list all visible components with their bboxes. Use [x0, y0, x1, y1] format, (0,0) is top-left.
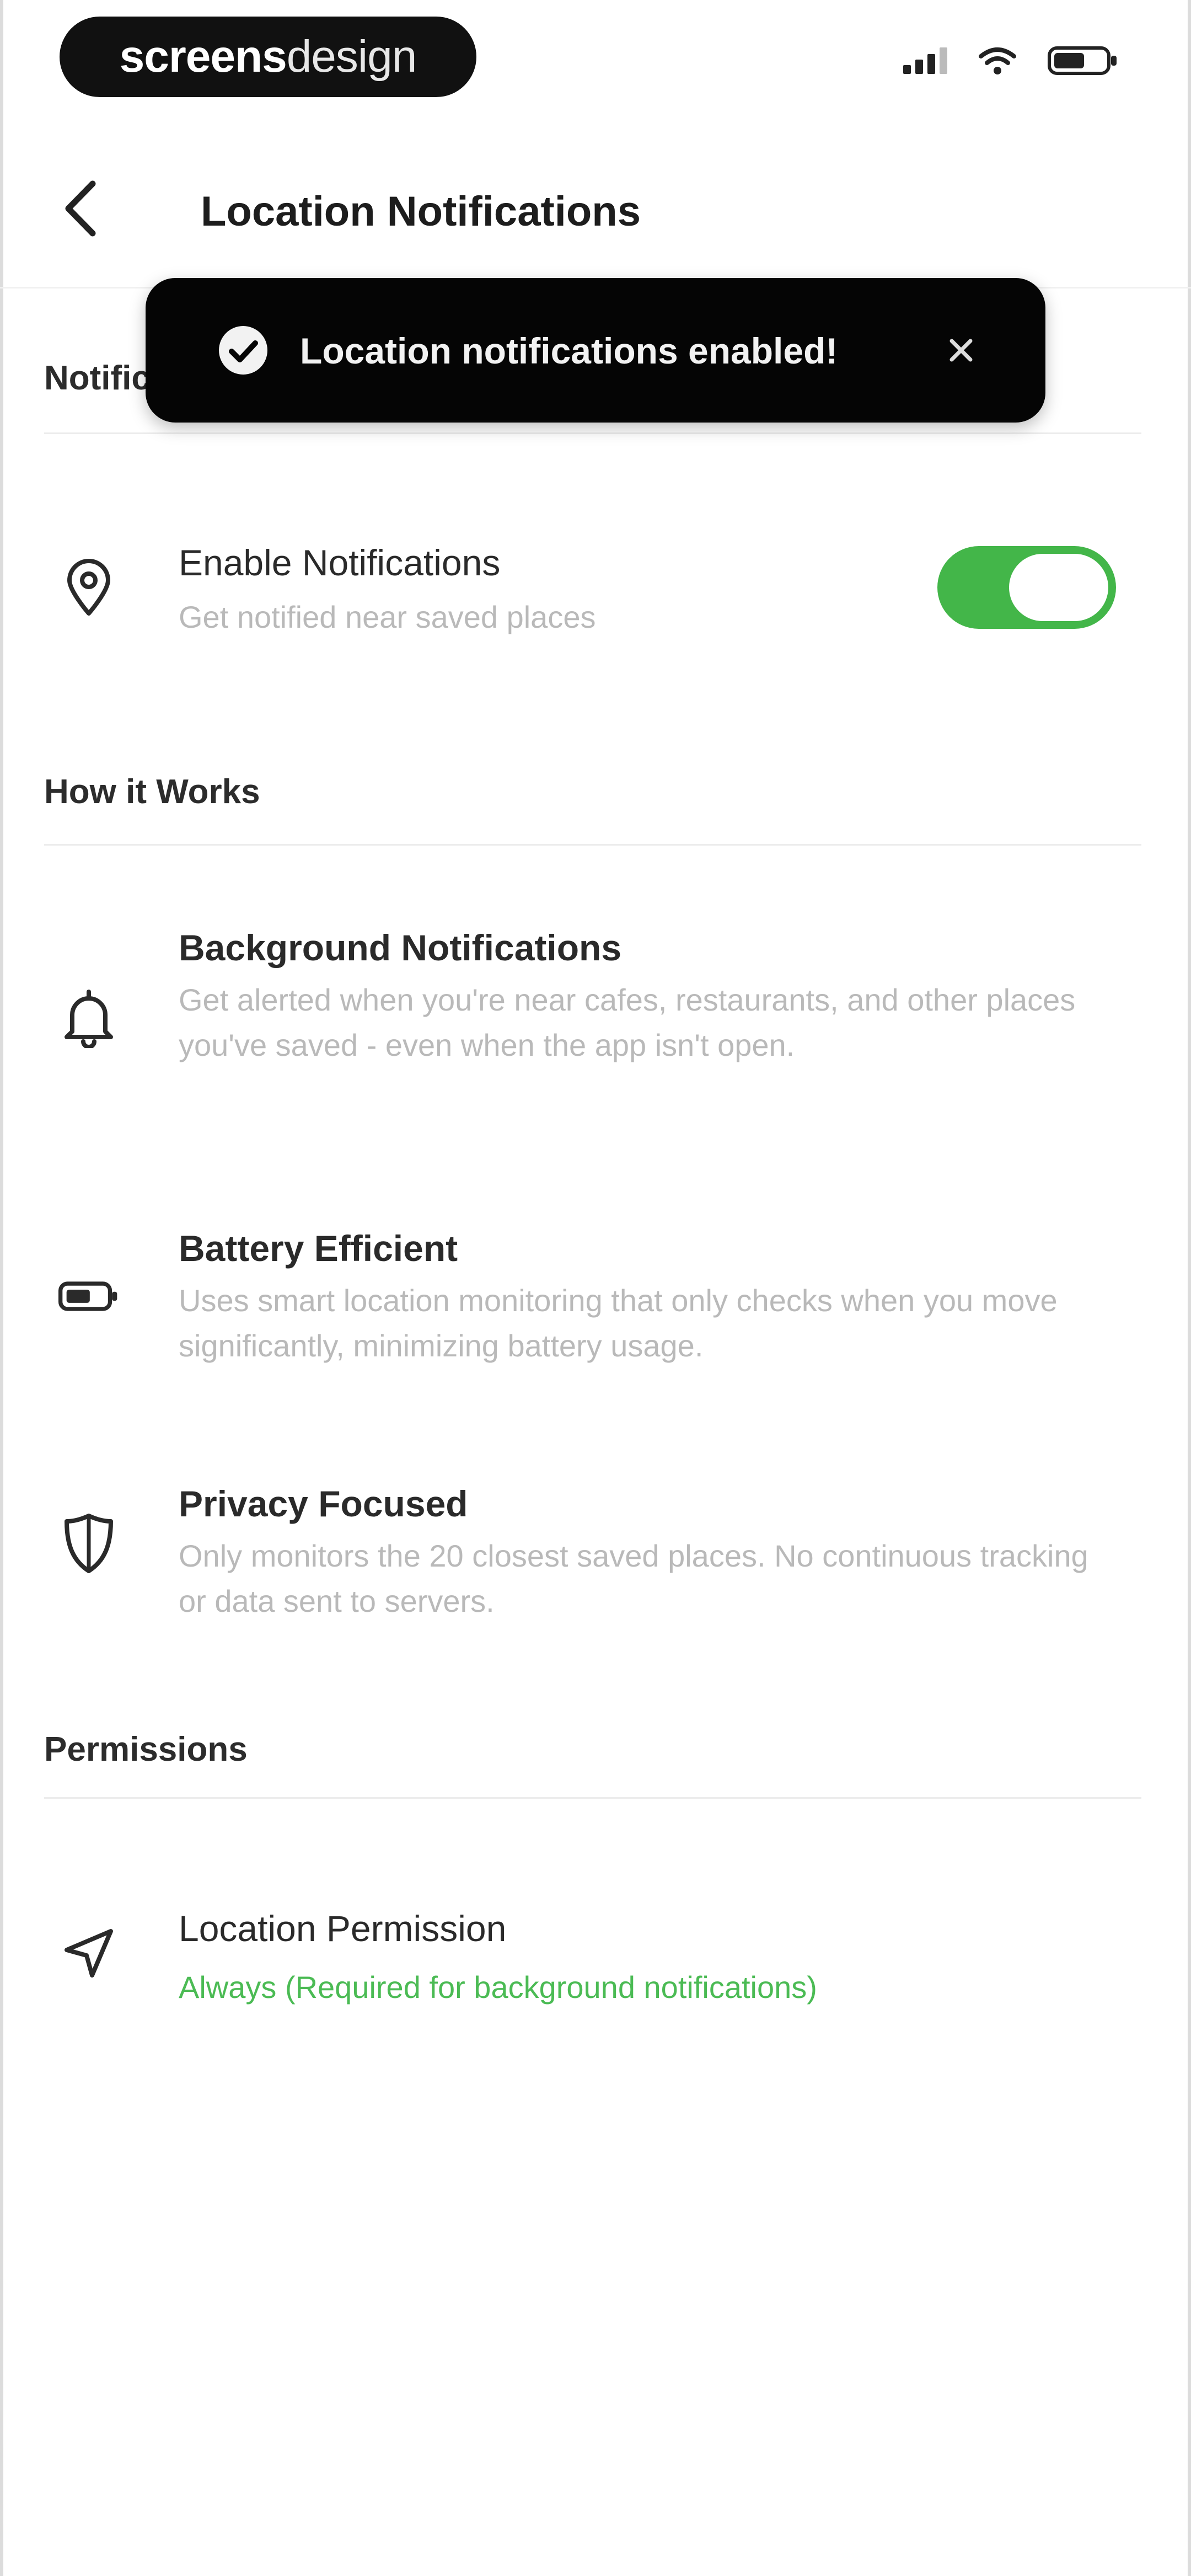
wifi-icon [979, 47, 1016, 74]
info-row-battery-efficient: Battery Efficient Uses smart location mo… [0, 1227, 1191, 1371]
info-description: Only monitors the 20 closest saved place… [179, 1538, 1088, 1618]
enable-notifications-title: Enable Notifications [179, 542, 501, 583]
brand-text-light: design [286, 31, 417, 82]
info-title: Background Notifications [179, 927, 622, 968]
check-circle-icon [214, 321, 272, 380]
divider [44, 432, 1141, 434]
bell-icon [58, 987, 119, 1048]
toast-message: Location notifications enabled! [300, 330, 838, 371]
section-title-how-it-works: How it Works [44, 773, 260, 811]
divider [44, 1797, 1141, 1799]
close-icon [949, 339, 973, 362]
success-toast: Location notifications enabled! [146, 278, 1045, 423]
battery-icon [1048, 46, 1117, 75]
navigation-arrow-icon [58, 1923, 119, 1984]
status-icons [903, 45, 1119, 76]
page-title: Location Notifications [201, 188, 641, 235]
back-button[interactable] [55, 175, 105, 242]
battery-icon [58, 1266, 119, 1327]
brand-badge: screens design [60, 17, 476, 97]
shield-icon [58, 1513, 119, 1574]
section-title-permissions: Permissions [44, 1730, 248, 1768]
info-title: Battery Efficient [179, 1228, 458, 1269]
chevron-left-icon [65, 180, 96, 237]
info-description: Get alerted when you're near cafes, rest… [179, 982, 1076, 1062]
info-row-background-notifications: Background Notifications Get alerted whe… [0, 927, 1191, 1114]
info-row-privacy-focused: Privacy Focused Only monitors the 20 clo… [0, 1483, 1191, 1626]
status-bar: screens design [0, 0, 1191, 110]
location-permission-row[interactable]: Location Permission Always (Required for… [0, 1903, 1191, 2024]
info-description: Uses smart location monitoring that only… [179, 1283, 1058, 1363]
location-permission-title: Location Permission [179, 1908, 507, 1949]
location-pin-icon [58, 557, 119, 618]
toggle-knob [1009, 554, 1108, 621]
brand-text-bold: screens [119, 31, 287, 82]
nav-header: Location Notifications [0, 149, 1191, 270]
location-permission-status: Always (Required for background notifica… [179, 1970, 817, 2005]
signal-icon [903, 47, 947, 74]
toast-close-button[interactable] [936, 325, 986, 375]
divider [44, 844, 1141, 846]
info-title: Privacy Focused [179, 1483, 468, 1524]
enable-notifications-toggle[interactable] [937, 546, 1116, 629]
